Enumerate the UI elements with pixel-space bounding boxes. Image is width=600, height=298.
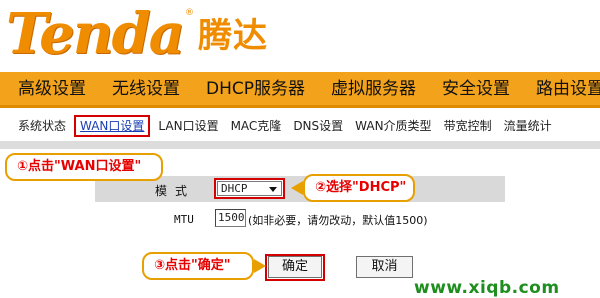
site-watermark: www.xiqb.com [414,278,560,298]
sub-nav-wan-media-type[interactable]: WAN介质类型 [349,117,437,135]
sub-nav-lan-settings[interactable]: LAN口设置 [152,117,224,135]
logo-latin-text: Tenda [6,1,185,67]
sub-nav: 系统状态 WAN口设置 LAN口设置 MAC克隆 DNS设置 WAN介质类型 带… [0,111,600,141]
main-nav-advanced[interactable]: 高级设置 [0,71,95,107]
main-nav-wireless[interactable]: 无线设置 [95,71,189,107]
mtu-label: MTU [174,213,194,226]
sub-nav-traffic-stats[interactable]: 流量统计 [498,117,558,135]
logo-chinese-text: 腾达 [198,16,269,56]
cancel-button[interactable]: 取消 [356,256,413,278]
main-nav-virtual-server[interactable]: 虚拟服务器 [314,71,425,107]
main-nav: 高级设置 无线设置 DHCP服务器 虚拟服务器 安全设置 路由设置 [0,72,600,108]
mtu-input[interactable]: 1500 [215,209,246,227]
sub-nav-bandwidth-control[interactable]: 带宽控制 [438,117,498,135]
mode-select-value: DHCP [221,182,248,195]
sub-nav-system-status[interactable]: 系统状态 [0,117,72,135]
main-nav-security[interactable]: 安全设置 [425,71,519,107]
mode-label: 模式 [155,184,196,198]
mtu-hint: (如非必要，请勿改动，默认值1500) [248,214,428,227]
chevron-down-icon [269,187,277,192]
callout-arrow-left-icon [291,181,303,195]
main-nav-routing[interactable]: 路由设置 [519,71,600,107]
ok-button[interactable]: 确定 [268,256,322,278]
registered-mark: ® [185,8,195,18]
callout-step-1: ①点击"WAN口设置" [5,153,163,181]
sub-nav-dns-settings[interactable]: DNS设置 [287,117,349,135]
mode-select-highlight: DHCP [214,178,285,199]
tenda-logo: Tenda ® 腾达 [6,2,268,62]
mode-select[interactable]: DHCP [217,181,282,196]
callout-arrow-right-icon [254,259,266,273]
callout-step-3: ③点击"确定" [142,252,254,280]
main-nav-dhcp[interactable]: DHCP服务器 [189,71,314,107]
callout-step-2: ②选择"DHCP" [303,174,415,202]
sub-nav-mac-clone[interactable]: MAC克隆 [225,117,288,135]
divider-bar [0,141,600,149]
sub-nav-wan-settings[interactable]: WAN口设置 [74,115,151,137]
